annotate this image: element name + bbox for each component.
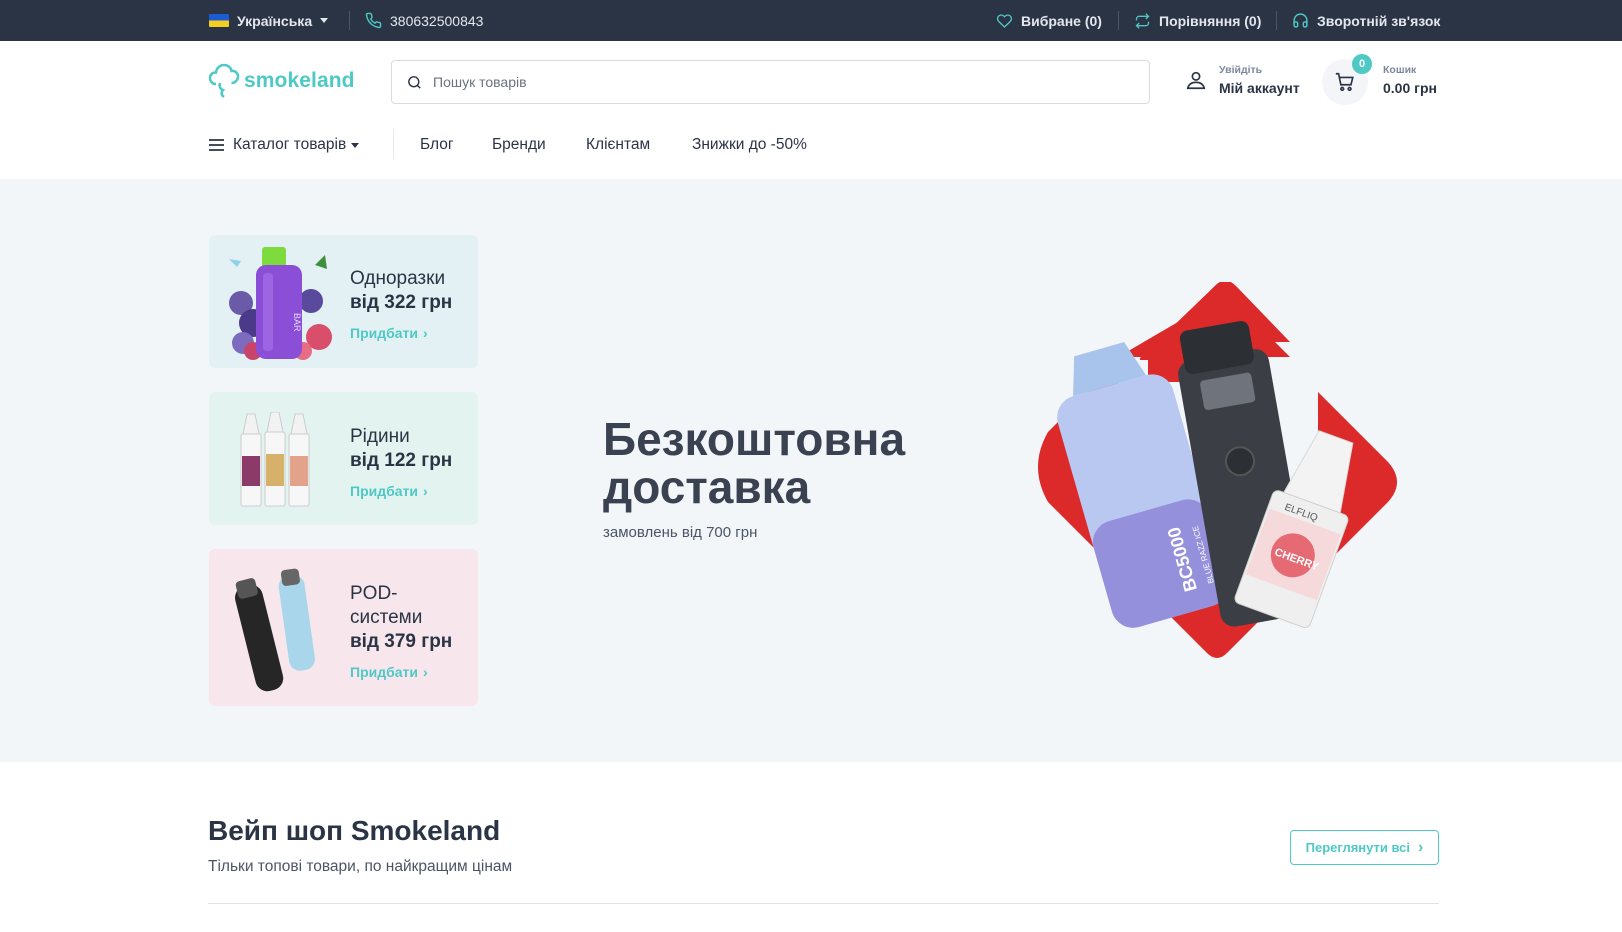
- nav-item-brands[interactable]: Бренди: [492, 130, 546, 160]
- hero-title-line2: доставка: [603, 461, 811, 513]
- chevron-right-icon: ›: [1418, 838, 1424, 856]
- card-title: Одноразки: [350, 268, 446, 289]
- section-subtitle: Тільки топові товари, по найкращим цінам: [208, 858, 513, 875]
- cart-icon: [1335, 72, 1354, 92]
- chevron-right-icon: ›: [423, 483, 428, 499]
- cart-label: Кошик: [1383, 64, 1417, 76]
- promo-card-liquids[interactable]: Рідини від 122 грн Придбати ›: [209, 392, 478, 525]
- user-icon: [1186, 71, 1206, 90]
- search-input[interactable]: [433, 74, 1113, 90]
- view-all-button[interactable]: Переглянути всі ›: [1290, 830, 1439, 865]
- divider: [349, 11, 350, 30]
- delivery-hero-image: BC5000 BLUE RAZZ ICE CHERRY ELFLIQ: [1038, 282, 1397, 658]
- card-title: Рідини: [350, 426, 410, 447]
- liquid-bottles-image: [240, 412, 310, 507]
- disposable-vape-image: BAR: [229, 247, 332, 360]
- logo[interactable]: smokeland: [208, 62, 355, 100]
- ukraine-flag-icon: [209, 14, 229, 27]
- feedback-link[interactable]: Зворотній зв'язок: [1292, 0, 1440, 41]
- promo-card-disposables[interactable]: BAR Одноразки від 322 грн Придбати ›: [209, 235, 478, 368]
- buy-link[interactable]: Придбати ›: [350, 483, 452, 499]
- top-bar: Українська 380632500843 Вибране (0) Порі…: [0, 0, 1622, 41]
- menu-icon: [209, 139, 224, 151]
- favorites-link[interactable]: Вибране (0): [996, 0, 1102, 41]
- section-title: Вейп шоп Smokeland: [208, 815, 501, 846]
- view-all-label: Переглянути всі: [1305, 840, 1411, 855]
- compare-link[interactable]: Порівняння (0): [1134, 0, 1261, 41]
- chevron-right-icon: ›: [423, 664, 428, 680]
- card-text: POD- системи від 379 грн Придбати ›: [350, 582, 452, 680]
- card-title: POD-: [350, 583, 398, 604]
- headset-icon: [1293, 13, 1308, 28]
- divider: [208, 903, 1439, 904]
- catalog-label: Каталог товарів: [233, 136, 347, 153]
- account-hint: Увійдіть: [1219, 64, 1263, 76]
- card-price: від 379 грн: [350, 631, 453, 652]
- compare-label: Порівняння (0): [1159, 12, 1262, 29]
- cart-info[interactable]: Кошик 0.00 грн: [1383, 64, 1437, 96]
- nav-label: Клієнтам: [586, 136, 651, 153]
- caret-down-icon: [351, 142, 360, 148]
- chevron-right-icon: ›: [423, 325, 428, 341]
- buy-link[interactable]: Придбати ›: [350, 664, 452, 680]
- search-box[interactable]: [391, 60, 1150, 104]
- language-selector[interactable]: Українська: [209, 0, 329, 41]
- divider: [393, 129, 394, 159]
- divider: [1276, 11, 1277, 30]
- nav-item-discounts[interactable]: Знижки до -50%: [692, 130, 807, 160]
- nav-label: Бренди: [492, 136, 546, 153]
- feedback-label: Зворотній зв'язок: [1317, 12, 1441, 29]
- buy-label: Придбати: [350, 325, 419, 341]
- phone-number: 380632500843: [390, 12, 484, 29]
- page: Українська 380632500843 Вибране (0) Порі…: [0, 0, 1622, 932]
- buy-label: Придбати: [350, 664, 419, 680]
- nav-item-clients[interactable]: Клієнтам: [586, 130, 650, 160]
- card-title-line2: системи: [350, 607, 423, 628]
- buy-label: Придбати: [350, 483, 419, 499]
- account-label: Мій аккаунт: [1219, 80, 1300, 96]
- cart-total: 0.00 грн: [1383, 80, 1437, 96]
- logo-text: smokeland: [244, 69, 355, 92]
- card-text: Одноразки від 322 грн Придбати ›: [350, 267, 452, 341]
- phone-link[interactable]: 380632500843: [365, 0, 483, 41]
- catalog-menu[interactable]: Каталог товарів: [208, 130, 360, 160]
- cart-count-badge: 0: [1352, 54, 1372, 74]
- buy-link[interactable]: Придбати ›: [350, 325, 452, 341]
- search-icon: [408, 75, 421, 89]
- svg-text:BAR: BAR: [292, 313, 302, 332]
- heart-icon: [996, 13, 1013, 28]
- hero-title: Безкоштовна доставка: [603, 415, 905, 511]
- card-text: Рідини від 122 грн Придбати ›: [350, 425, 452, 499]
- card-price: від 322 грн: [350, 292, 453, 313]
- hero-title-line1: Безкоштовна: [603, 413, 906, 465]
- caret-down-icon: [320, 18, 329, 23]
- hero-subtitle: замовлень від 700 грн: [603, 524, 758, 541]
- promo-card-pod-systems[interactable]: POD- системи від 379 грн Придбати ›: [209, 549, 478, 706]
- language-label: Українська: [237, 12, 313, 29]
- compare-icon: [1135, 12, 1150, 29]
- account-link[interactable]: Увійдіть Мій аккаунт: [1185, 64, 1300, 96]
- nav-item-blog[interactable]: Блог: [420, 130, 454, 160]
- card-price: від 122 грн: [350, 450, 453, 471]
- phone-icon: [365, 12, 382, 29]
- nav-label: Блог: [420, 136, 454, 153]
- favorites-label: Вибране (0): [1021, 12, 1102, 29]
- nav-label: Знижки до -50%: [692, 136, 807, 153]
- pod-system-image: [235, 568, 315, 692]
- cloud-logo-icon: [208, 63, 240, 99]
- divider: [1118, 11, 1119, 30]
